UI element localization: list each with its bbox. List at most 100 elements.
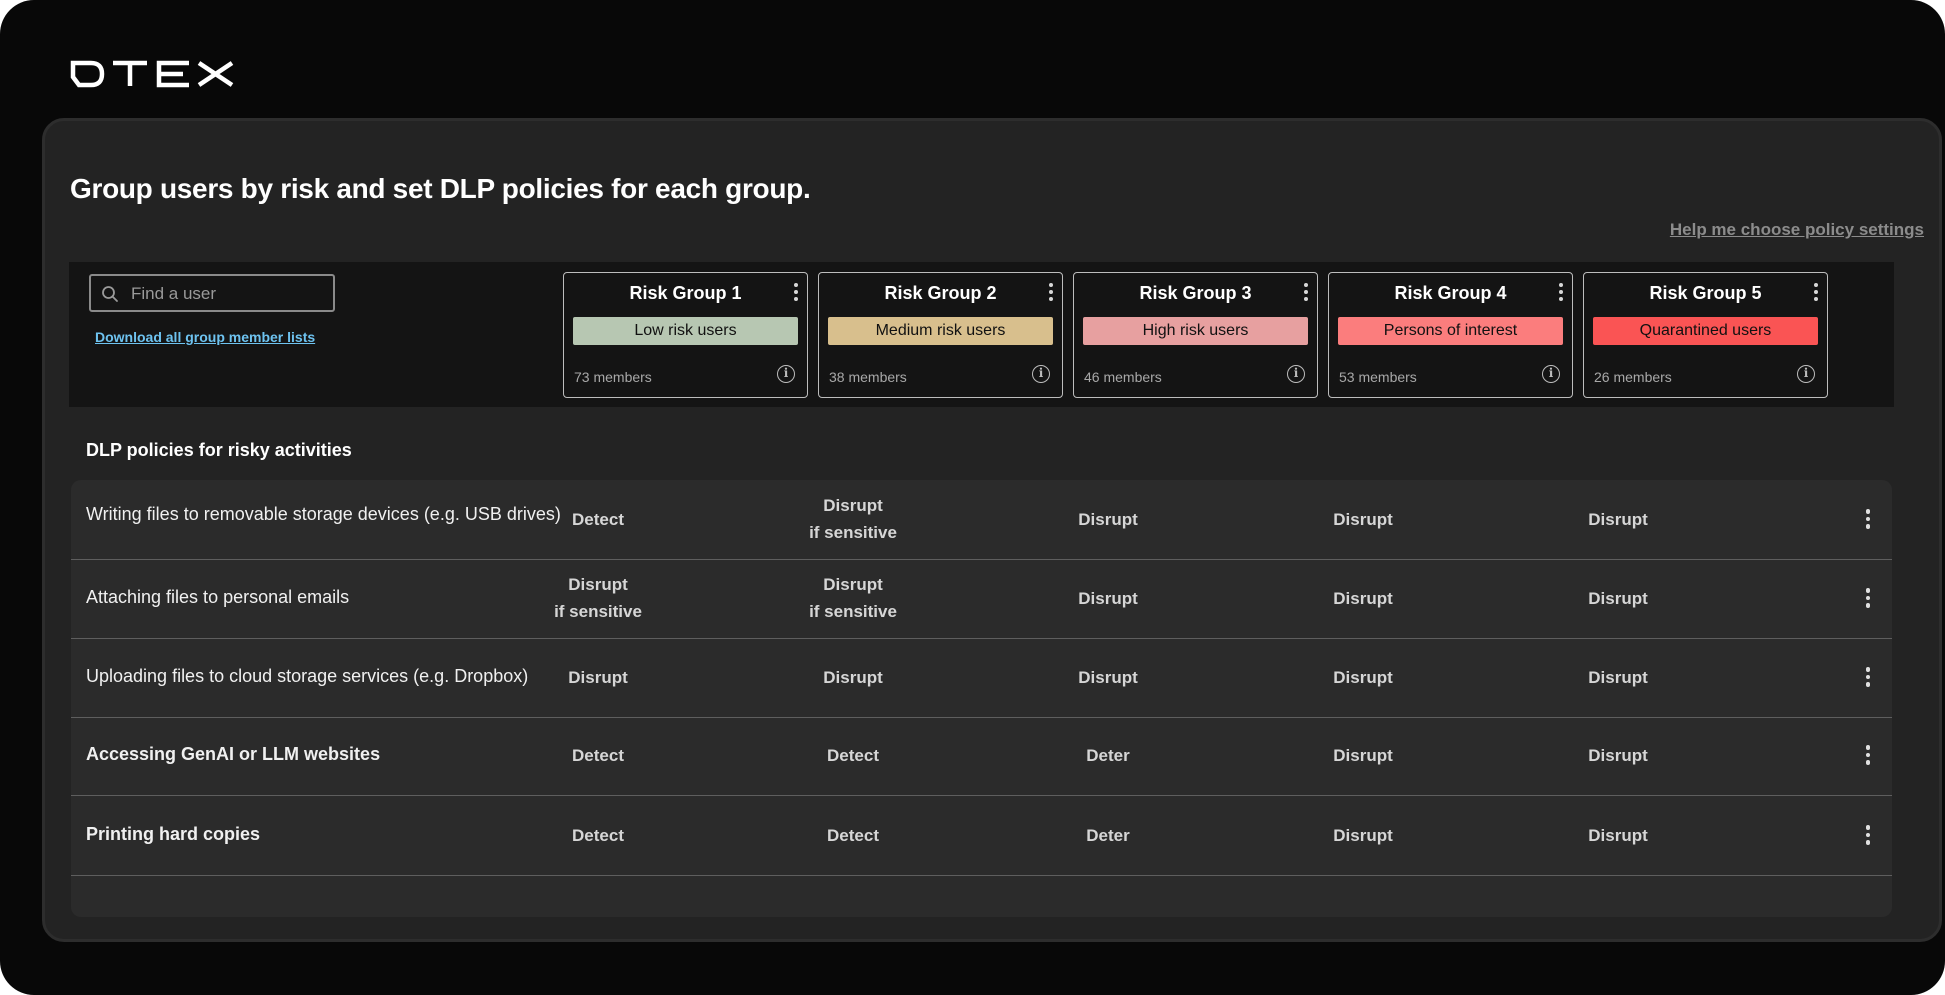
- policy-setting-cell[interactable]: Disrupt: [1263, 664, 1463, 691]
- policy-setting-cell[interactable]: Detect: [498, 822, 698, 849]
- member-count: 73 members: [574, 369, 652, 385]
- activity-label: Attaching files to personal emails: [86, 587, 350, 607]
- policy-setting-text: Disrupt: [1588, 668, 1648, 687]
- risk-group-card-3[interactable]: Risk Group 3 High risk users 46 members …: [1073, 272, 1318, 398]
- policy-setting-cell[interactable]: Disrupt if sensitive: [753, 492, 953, 546]
- policy-setting-text: Disrupt: [1588, 510, 1648, 529]
- policy-setting-text: Detect: [827, 746, 879, 765]
- risk-group-name: Risk Group 1: [629, 283, 742, 303]
- policy-setting-cell[interactable]: Disrupt: [1263, 585, 1463, 612]
- activity-label: Writing files to removable storage devic…: [86, 504, 561, 524]
- activity-label: Accessing GenAI or LLM websites: [86, 744, 381, 764]
- policy-setting-text: Deter: [1086, 746, 1130, 765]
- search-icon: [102, 286, 118, 302]
- member-count: 46 members: [1084, 369, 1162, 385]
- policy-setting-text: if sensitive: [809, 602, 897, 621]
- risk-group-name: Risk Group 4: [1394, 283, 1507, 303]
- activity-label: Printing hard copies: [86, 824, 261, 844]
- policy-setting-cell[interactable]: Disrupt: [1263, 742, 1463, 769]
- risk-group-card-5[interactable]: Risk Group 5 Quarantined users 26 member…: [1583, 272, 1828, 398]
- policy-setting-cell[interactable]: Disrupt: [1518, 664, 1718, 691]
- activity-label: Uploading files to cloud storage service…: [86, 666, 529, 686]
- risk-level-badge: Quarantined users: [1593, 317, 1818, 345]
- risk-group-card-4[interactable]: Risk Group 4 Persons of interest 53 memb…: [1328, 272, 1573, 398]
- more-options-icon[interactable]: [1813, 283, 1819, 305]
- more-options-icon[interactable]: [1048, 283, 1054, 305]
- policy-setting-cell[interactable]: Detect: [753, 822, 953, 849]
- info-icon[interactable]: i: [777, 365, 795, 383]
- policy-setting-text: Disrupt: [1333, 589, 1393, 608]
- row-more-options-icon[interactable]: [1865, 667, 1871, 689]
- row-more-options-icon[interactable]: [1865, 509, 1871, 531]
- policy-setting-text: Detect: [827, 826, 879, 845]
- policy-setting-cell[interactable]: Disrupt if sensitive: [498, 571, 698, 625]
- more-options-icon[interactable]: [1558, 283, 1564, 305]
- policy-setting-cell[interactable]: Disrupt: [1263, 822, 1463, 849]
- policy-setting-cell[interactable]: Detect: [498, 506, 698, 533]
- info-icon[interactable]: i: [1797, 365, 1815, 383]
- policy-setting-text: Disrupt: [568, 668, 628, 687]
- more-options-icon[interactable]: [793, 283, 799, 305]
- policy-setting-text: if sensitive: [554, 602, 642, 621]
- search-input[interactable]: [129, 279, 333, 309]
- info-icon[interactable]: i: [1032, 365, 1050, 383]
- policy-setting-text: if sensitive: [809, 523, 897, 542]
- page-title: Group users by risk and set DLP policies…: [70, 173, 811, 204]
- policy-setting-text: Disrupt: [823, 668, 883, 687]
- policy-setting-cell[interactable]: Disrupt: [1518, 506, 1718, 533]
- policy-setting-cell[interactable]: Disrupt: [1518, 742, 1718, 769]
- member-count: 26 members: [1594, 369, 1672, 385]
- policy-setting-text: Disrupt: [1078, 668, 1138, 687]
- download-member-lists-link[interactable]: Download all group member lists: [95, 329, 315, 345]
- member-count: 38 members: [829, 369, 907, 385]
- policy-setting-cell[interactable]: Deter: [1008, 822, 1208, 849]
- row-more-options-icon[interactable]: [1865, 745, 1871, 767]
- policy-setting-cell[interactable]: Disrupt: [498, 664, 698, 691]
- policy-setting-text: Disrupt: [1333, 510, 1393, 529]
- policy-row: Writing files to removable storage devic…: [71, 480, 1892, 560]
- risk-level-badge: Low risk users: [573, 317, 798, 345]
- row-more-options-icon[interactable]: [1865, 588, 1871, 610]
- policy-setting-cell[interactable]: Disrupt: [753, 664, 953, 691]
- policy-setting-text: Detect: [572, 746, 624, 765]
- app-frame: Group users by risk and set DLP policies…: [0, 0, 1945, 995]
- info-icon[interactable]: i: [1287, 365, 1305, 383]
- policy-setting-text: Disrupt: [1333, 826, 1393, 845]
- row-more-options-icon[interactable]: [1865, 825, 1871, 847]
- policy-setting-text: Disrupt: [1588, 826, 1648, 845]
- policy-setting-cell[interactable]: Disrupt: [1263, 506, 1463, 533]
- info-icon[interactable]: i: [1542, 365, 1560, 383]
- member-count: 53 members: [1339, 369, 1417, 385]
- policy-setting-cell[interactable]: Disrupt if sensitive: [753, 571, 953, 625]
- policy-setting-cell[interactable]: Disrupt: [1008, 506, 1208, 533]
- risk-level-badge: Persons of interest: [1338, 317, 1563, 345]
- policy-setting-cell[interactable]: Disrupt: [1518, 822, 1718, 849]
- policy-row: Accessing GenAI or LLM websites Detect Det…: [71, 716, 1892, 796]
- main-panel: Group users by risk and set DLP policies…: [42, 118, 1942, 942]
- policy-setting-text: Disrupt: [823, 575, 883, 594]
- risk-group-card-2[interactable]: Risk Group 2 Medium risk users 38 member…: [818, 272, 1063, 398]
- more-options-icon[interactable]: [1303, 283, 1309, 305]
- policy-setting-text: Detect: [572, 826, 624, 845]
- risk-groups-bar: Download all group member lists Risk Gro…: [69, 262, 1894, 407]
- policy-setting-text: Disrupt: [1078, 589, 1138, 608]
- policy-setting-cell[interactable]: Detect: [498, 742, 698, 769]
- risk-group-name: Risk Group 3: [1139, 283, 1252, 303]
- policy-setting-cell[interactable]: Disrupt: [1008, 585, 1208, 612]
- policy-setting-cell[interactable]: Deter: [1008, 742, 1208, 769]
- help-choose-policy-link[interactable]: Help me choose policy settings: [1670, 220, 1924, 240]
- dtex-logo: [70, 60, 234, 88]
- policy-setting-text: Detect: [572, 510, 624, 529]
- policy-setting-text: Disrupt: [1333, 668, 1393, 687]
- policy-row: Printing hard copies Detect Detect Deter Dis…: [71, 796, 1892, 876]
- policy-setting-cell[interactable]: Disrupt: [1008, 664, 1208, 691]
- policy-setting-text: Deter: [1086, 826, 1130, 845]
- policy-setting-text: Disrupt: [823, 496, 883, 515]
- policy-table: Writing files to removable storage devic…: [71, 480, 1892, 917]
- risk-group-card-1[interactable]: Risk Group 1 Low risk users 73 members i: [563, 272, 808, 398]
- policy-setting-text: Disrupt: [1078, 510, 1138, 529]
- policy-setting-text: Disrupt: [1333, 746, 1393, 765]
- policy-setting-cell[interactable]: Detect: [753, 742, 953, 769]
- section-title: DLP policies for risky activities: [86, 440, 352, 460]
- policy-setting-cell[interactable]: Disrupt: [1518, 585, 1718, 612]
